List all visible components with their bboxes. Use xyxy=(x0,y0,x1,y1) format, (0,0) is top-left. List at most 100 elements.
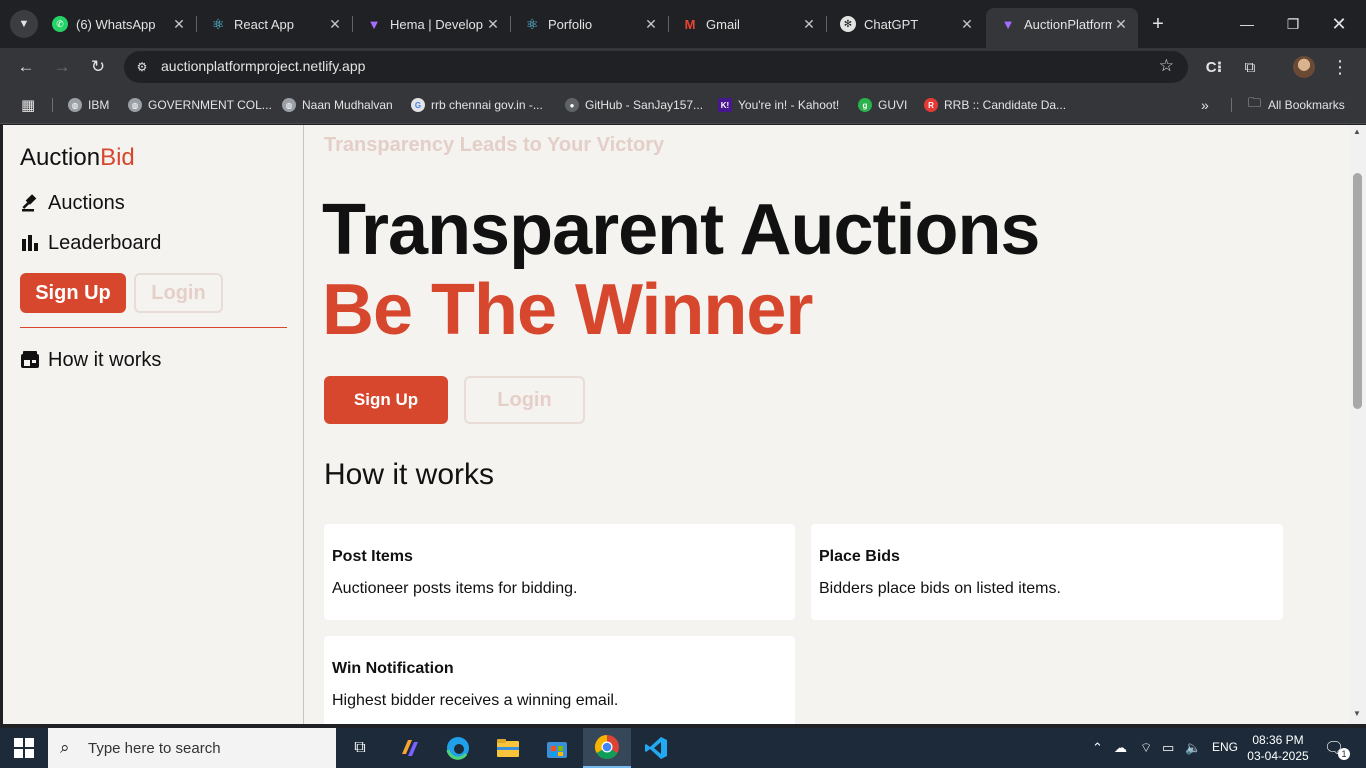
bookmark-government-col[interactable]: ◍ GOVERNMENT COL... xyxy=(128,95,272,115)
tab-search-button[interactable]: ▼ xyxy=(10,10,38,38)
main-content: Transparency Leads to Your Victory Trans… xyxy=(304,125,1349,724)
bookmark-star-icon[interactable]: ☆ xyxy=(1159,56,1174,76)
new-tab-button[interactable]: + xyxy=(1146,12,1170,36)
taskbar-search-box[interactable]: ⌕ Type here to search xyxy=(48,728,336,768)
apps-grid-icon[interactable]: ▦ xyxy=(21,95,35,115)
site-logo[interactable]: AuctionBid xyxy=(20,144,135,172)
close-tab-icon[interactable]: ✕ xyxy=(958,15,976,33)
file-explorer-icon[interactable] xyxy=(484,728,532,768)
tab-whatsapp[interactable]: ✆ (6) WhatsApp ✕ xyxy=(38,8,197,40)
menu-kebab-icon[interactable]: ⋮ xyxy=(1329,56,1351,78)
tab-auctionplatform[interactable]: ▼ AuctionPlatform ✕ xyxy=(986,8,1138,48)
hero-heading-line1: Transparent Auctions xyxy=(322,190,1040,270)
card-description: Auctioneer posts items for bidding. xyxy=(332,580,578,597)
microsoft-store-icon[interactable] xyxy=(533,728,581,768)
profile-avatar[interactable] xyxy=(1293,56,1315,78)
browser-toolbar: ← → ↻ ⚙ auctionplatformproject.netlify.a… xyxy=(0,48,1366,86)
sidebar-login-button[interactable]: Login xyxy=(134,273,223,313)
sidebar: AuctionBid Auctions Leaderboard Sign Up … xyxy=(3,125,304,724)
show-hidden-icons-icon[interactable]: ⌃ xyxy=(1092,740,1103,756)
chatgpt-icon: ✻ xyxy=(840,16,856,32)
copilot-icon[interactable] xyxy=(386,728,434,768)
vite-icon: ▼ xyxy=(1001,16,1015,32)
tab-porfolio[interactable]: ⚛ Porfolio ✕ xyxy=(510,8,669,40)
address-bar[interactable]: ⚙ auctionplatformproject.netlify.app ☆ xyxy=(124,51,1188,83)
card-title: Place Bids xyxy=(819,548,900,565)
tab-hema-develop[interactable]: ▼ Hema | Develop ✕ xyxy=(352,8,511,40)
forward-button[interactable]: → xyxy=(48,53,76,81)
gmail-icon: M xyxy=(684,16,696,32)
bookmark-rrb-candidate[interactable]: R RRB :: Candidate Da... xyxy=(924,95,1066,115)
onedrive-cloud-icon[interactable]: ☁ xyxy=(1114,740,1127,756)
bar-chart-icon xyxy=(20,235,40,251)
tab-chatgpt[interactable]: ✻ ChatGPT ✕ xyxy=(826,8,984,40)
hero-login-button[interactable]: Login xyxy=(464,376,585,424)
sidebar-item-how-it-works[interactable]: How it works xyxy=(20,347,161,373)
bookmark-naan-mudhalvan[interactable]: ◍ Naan Mudhalvan xyxy=(282,95,393,115)
close-tab-icon[interactable]: ✕ xyxy=(170,15,188,33)
windows-start-icon[interactable] xyxy=(14,738,34,758)
hero-signup-button[interactable]: Sign Up xyxy=(324,376,448,424)
hero-heading-line2: Be The Winner xyxy=(322,270,813,350)
volume-icon[interactable]: 🔈 xyxy=(1185,740,1201,756)
back-button[interactable]: ← xyxy=(12,53,40,81)
card-title: Win Notification xyxy=(332,660,454,677)
how-card-win-notification: Win Notification Highest bidder receives… xyxy=(324,636,795,724)
all-bookmarks-folder[interactable]: 🗀 All Bookmarks xyxy=(1248,95,1345,115)
calendar-store-icon xyxy=(20,351,40,369)
chrome-icon[interactable] xyxy=(583,728,631,768)
close-window-button[interactable]: ✕ xyxy=(1316,8,1362,40)
vite-icon: ▼ xyxy=(367,16,381,32)
url-text[interactable]: auctionplatformproject.netlify.app xyxy=(161,58,365,74)
bookmark-kahoot[interactable]: K! You're in! - Kahoot! xyxy=(718,95,839,115)
edge-browser-icon[interactable] xyxy=(434,728,482,768)
sidebar-divider xyxy=(20,327,287,328)
bookmark-rrb-chennai[interactable]: G rrb chennai gov.in -... xyxy=(411,95,543,115)
close-tab-icon[interactable]: ✕ xyxy=(326,15,344,33)
search-icon: ⌕ xyxy=(60,738,70,757)
taskbar-clock[interactable]: 08:36 PM 03-04-2025 xyxy=(1246,732,1310,764)
reload-button[interactable]: ↻ xyxy=(84,53,112,81)
sidebar-signup-button[interactable]: Sign Up xyxy=(20,273,126,313)
how-it-works-heading: How it works xyxy=(324,458,495,491)
extensions-puzzle-icon[interactable]: ⧉ xyxy=(1239,56,1261,78)
site-info-icon[interactable]: ⚙ xyxy=(132,57,152,77)
task-view-icon[interactable]: ⧉ xyxy=(336,728,384,768)
scrollbar-thumb[interactable] xyxy=(1353,173,1362,409)
scroll-up-arrow-icon[interactable]: ▲ xyxy=(1353,127,1361,136)
sidebar-item-leaderboard[interactable]: Leaderboard xyxy=(20,230,161,256)
card-description: Highest bidder receives a winning email. xyxy=(332,692,619,709)
close-tab-icon[interactable]: ✕ xyxy=(800,15,818,33)
vscode-icon[interactable] xyxy=(632,728,680,768)
react-icon: ⚛ xyxy=(525,15,539,32)
extension-icon[interactable]: C⁝ xyxy=(1203,56,1225,78)
more-bookmarks-icon[interactable]: » xyxy=(1201,95,1209,115)
bookmark-guvi[interactable]: g GUVI xyxy=(858,95,907,115)
globe-icon: ◍ xyxy=(282,98,296,112)
close-tab-icon[interactable]: ✕ xyxy=(642,15,660,33)
language-indicator[interactable]: ENG xyxy=(1212,740,1238,754)
how-card-post-items: Post Items Auctioneer posts items for bi… xyxy=(324,524,795,620)
scroll-down-arrow-icon[interactable]: ▼ xyxy=(1353,709,1361,718)
close-tab-icon[interactable]: ✕ xyxy=(1112,15,1130,33)
minimize-button[interactable]: — xyxy=(1224,8,1270,40)
close-tab-icon[interactable]: ✕ xyxy=(484,15,502,33)
tab-gmail[interactable]: M Gmail ✕ xyxy=(668,8,827,40)
bookmarks-bar: ▦ ◍ IBM ◍ GOVERNMENT COL... ◍ Naan Mudha… xyxy=(0,86,1366,124)
battery-icon[interactable]: ▭ xyxy=(1162,740,1174,756)
sidebar-item-auctions[interactable]: Auctions xyxy=(20,190,125,216)
github-icon: ● xyxy=(565,98,579,112)
google-icon: G xyxy=(411,98,425,112)
bookmark-ibm[interactable]: ◍ IBM xyxy=(68,95,109,115)
kahoot-icon: K! xyxy=(718,98,732,112)
restore-button[interactable]: ❐ xyxy=(1270,8,1316,40)
tab-strip: ▼ ✆ (6) WhatsApp ✕ ⚛ React App ✕ ▼ Hema … xyxy=(0,0,1366,48)
react-icon: ⚛ xyxy=(211,15,225,32)
whatsapp-icon: ✆ xyxy=(52,16,68,32)
gavel-icon xyxy=(20,194,40,212)
bookmark-github[interactable]: ● GitHub - SanJay157... xyxy=(565,95,703,115)
network-icon[interactable]: ⌔ xyxy=(1140,740,1152,756)
page-scrollbar[interactable]: ▲ ▼ xyxy=(1349,125,1366,724)
tab-react-app[interactable]: ⚛ React App ✕ xyxy=(196,8,353,40)
globe-icon: ◍ xyxy=(68,98,82,112)
